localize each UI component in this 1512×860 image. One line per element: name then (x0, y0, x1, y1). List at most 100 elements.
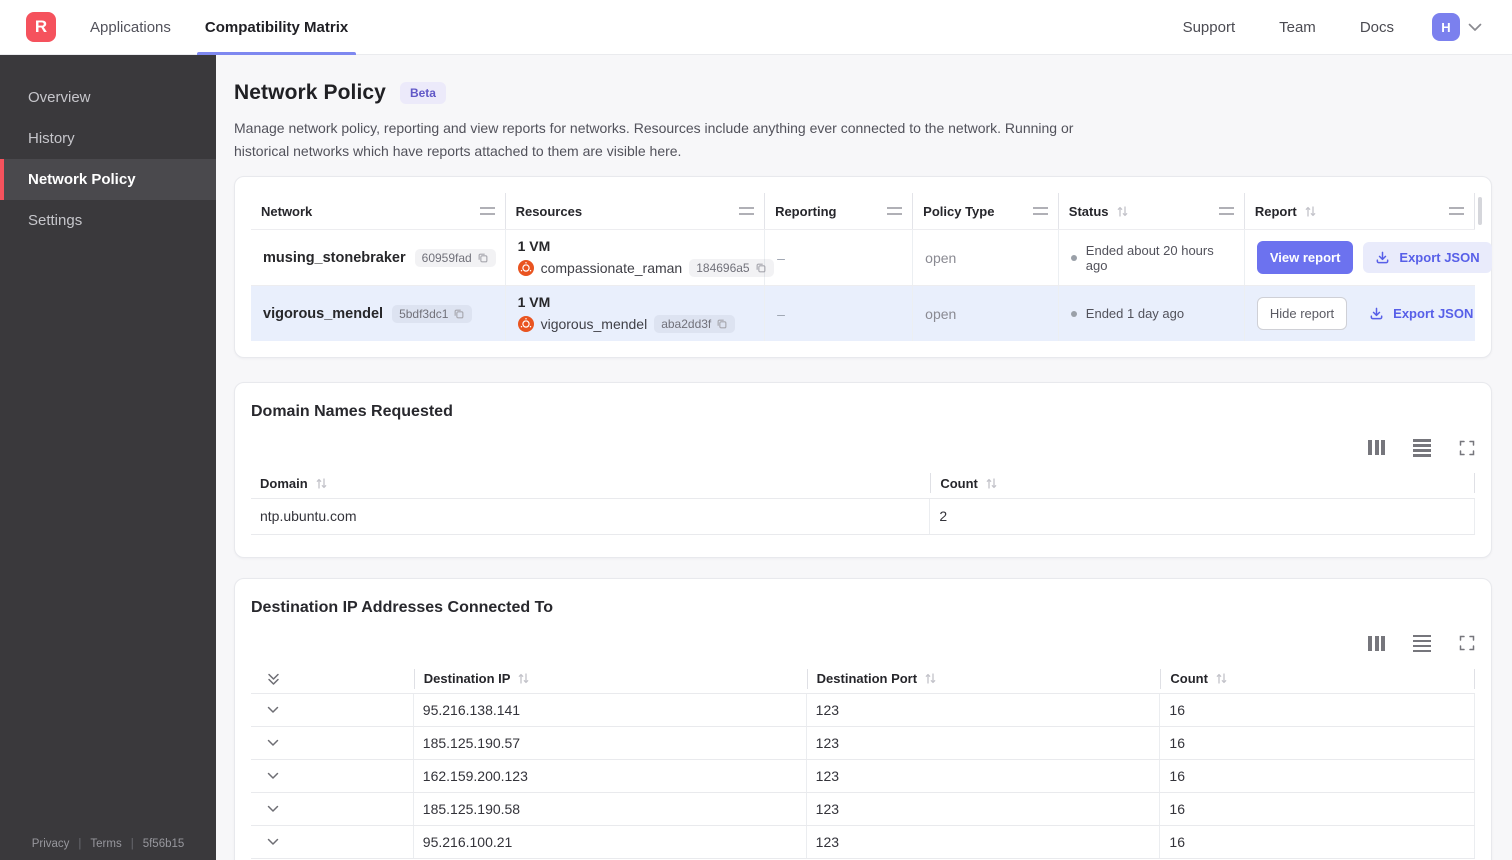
sort-icon[interactable] (315, 477, 328, 490)
sidebar: Overview History Network Policy Settings… (0, 55, 216, 860)
sidebar-item-settings[interactable]: Settings (0, 200, 216, 241)
export-json-button[interactable]: Export JSON (1357, 298, 1485, 329)
count-value: 16 (1160, 826, 1475, 859)
resource-name: vigorous_mendel (540, 316, 648, 333)
column-header-reporting[interactable]: Reporting (765, 193, 914, 230)
sidebar-item-history[interactable]: History (0, 118, 216, 159)
table-scrollbar[interactable] (1478, 197, 1482, 226)
primary-tabs: Applications Compatibility Matrix (90, 0, 357, 55)
sort-icon[interactable] (1116, 205, 1129, 218)
rows-view-icon[interactable] (1413, 439, 1431, 457)
column-header-resources[interactable]: Resources (506, 193, 766, 230)
column-resize-handle[interactable] (1032, 207, 1048, 216)
count-value: 2 (930, 498, 1475, 534)
resource-id-badge[interactable]: aba2dd3f (654, 315, 736, 334)
tab-applications[interactable]: Applications (90, 0, 171, 55)
column-header-status[interactable]: Status (1059, 193, 1245, 230)
destination-ip-value: 162.159.200.123 (414, 760, 807, 793)
policy-type-value: open (913, 286, 1059, 342)
expand-icon[interactable] (1459, 635, 1475, 651)
row-expander[interactable] (251, 727, 414, 760)
reporting-value: – (765, 230, 914, 286)
column-header-destination-port[interactable]: Destination Port (806, 668, 1161, 689)
row-expander[interactable] (251, 793, 414, 826)
link-team[interactable]: Team (1279, 19, 1316, 36)
footer-divider: | (130, 838, 134, 850)
columns-view-icon[interactable] (1368, 440, 1385, 456)
column-header-domain[interactable]: Domain (251, 473, 930, 493)
column-header-policy-type[interactable]: Policy Type (913, 193, 1059, 230)
ubuntu-icon (517, 316, 534, 333)
expand-icon[interactable] (1459, 440, 1475, 456)
sort-icon[interactable] (924, 672, 937, 685)
network-id-badge[interactable]: 60959fad (414, 248, 496, 267)
networks-table-card: Network Resources Reporting Policy Type (234, 176, 1492, 359)
rows-view-icon[interactable] (1413, 634, 1431, 653)
expand-all-header[interactable] (251, 669, 414, 689)
status-text: Ended about 20 hours ago (1085, 242, 1214, 273)
destination-port-value: 123 (807, 760, 1161, 793)
network-id-badge[interactable]: 5bdf3dc1 (392, 304, 473, 323)
sidebar-item-overview[interactable]: Overview (0, 77, 216, 118)
policy-type-value: open (913, 230, 1059, 286)
count-value: 16 (1160, 760, 1475, 793)
download-icon (1375, 250, 1390, 265)
row-expander[interactable] (251, 760, 414, 793)
reporting-value: – (765, 286, 914, 342)
sort-icon[interactable] (1304, 205, 1317, 218)
status-dot-icon (1070, 254, 1077, 261)
column-header-report[interactable]: Report (1245, 193, 1475, 230)
view-report-button[interactable]: View report (1256, 241, 1354, 275)
status-dot-icon (1070, 310, 1077, 317)
tab-compatibility-matrix[interactable]: Compatibility Matrix (196, 0, 357, 55)
copy-icon[interactable] (453, 308, 465, 320)
user-menu[interactable]: H (1432, 13, 1482, 41)
destination-ip-value: 185.125.190.57 (414, 727, 807, 760)
page-description: Manage network policy, reporting and vie… (234, 120, 1074, 160)
download-icon (1369, 306, 1384, 321)
chevron-down-icon (1468, 23, 1482, 32)
column-header-count[interactable]: Count (930, 473, 1475, 494)
export-json-button[interactable]: Export JSON (1363, 242, 1492, 274)
column-resize-handle[interactable] (887, 207, 903, 216)
column-resize-handle[interactable] (479, 207, 495, 216)
resource-id-badge[interactable]: 184696a5 (689, 259, 774, 278)
destination-row: 95.216.138.141 123 16 (251, 693, 1475, 727)
column-resize-handle[interactable] (1448, 207, 1464, 216)
columns-view-icon[interactable] (1368, 635, 1385, 651)
sidebar-item-network-policy[interactable]: Network Policy (0, 159, 216, 200)
terms-link[interactable]: Terms (90, 838, 121, 850)
count-value: 16 (1160, 793, 1475, 826)
column-header-destination-ip[interactable]: Destination IP (413, 668, 807, 689)
sort-icon[interactable] (517, 672, 530, 685)
network-row: vigorous_mendel 5bdf3dc1 1 VM vigorous_m… (251, 285, 1475, 342)
privacy-link[interactable]: Privacy (32, 838, 70, 850)
network-row: musing_stonebraker 60959fad 1 VM compass… (251, 229, 1492, 286)
destinations-card-toolbar (251, 634, 1475, 653)
top-navigation-bar: R Applications Compatibility Matrix Supp… (0, 0, 1512, 55)
copy-icon[interactable] (716, 318, 728, 330)
link-support[interactable]: Support (1183, 19, 1236, 36)
beta-badge: Beta (399, 82, 446, 104)
copy-icon[interactable] (477, 252, 489, 264)
row-expander[interactable] (251, 694, 414, 727)
destination-row: 162.159.200.123 123 16 (251, 759, 1475, 793)
column-resize-handle[interactable] (739, 207, 755, 216)
column-resize-handle[interactable] (1218, 207, 1234, 216)
destinations-table: Destination IP Destination Port Count 95… (251, 664, 1475, 860)
double-chevron-down-icon[interactable] (267, 672, 280, 686)
networks-table-header: Network Resources Reporting Policy Type (251, 193, 1475, 230)
count-value: 16 (1160, 694, 1475, 727)
app-logo[interactable]: R (26, 12, 56, 42)
hide-report-button[interactable]: Hide report (1256, 297, 1348, 331)
column-header-count[interactable]: Count (1160, 668, 1475, 689)
row-expander[interactable] (251, 826, 414, 859)
destination-port-value: 123 (807, 793, 1161, 826)
link-docs[interactable]: Docs (1360, 19, 1394, 36)
sort-icon[interactable] (985, 477, 998, 490)
column-header-network[interactable]: Network (251, 193, 506, 230)
domain-value: ntp.ubuntu.com (251, 498, 931, 534)
main-content: Network Policy Beta Manage network polic… (216, 55, 1512, 860)
sort-icon[interactable] (1215, 672, 1228, 685)
avatar: H (1432, 13, 1460, 41)
